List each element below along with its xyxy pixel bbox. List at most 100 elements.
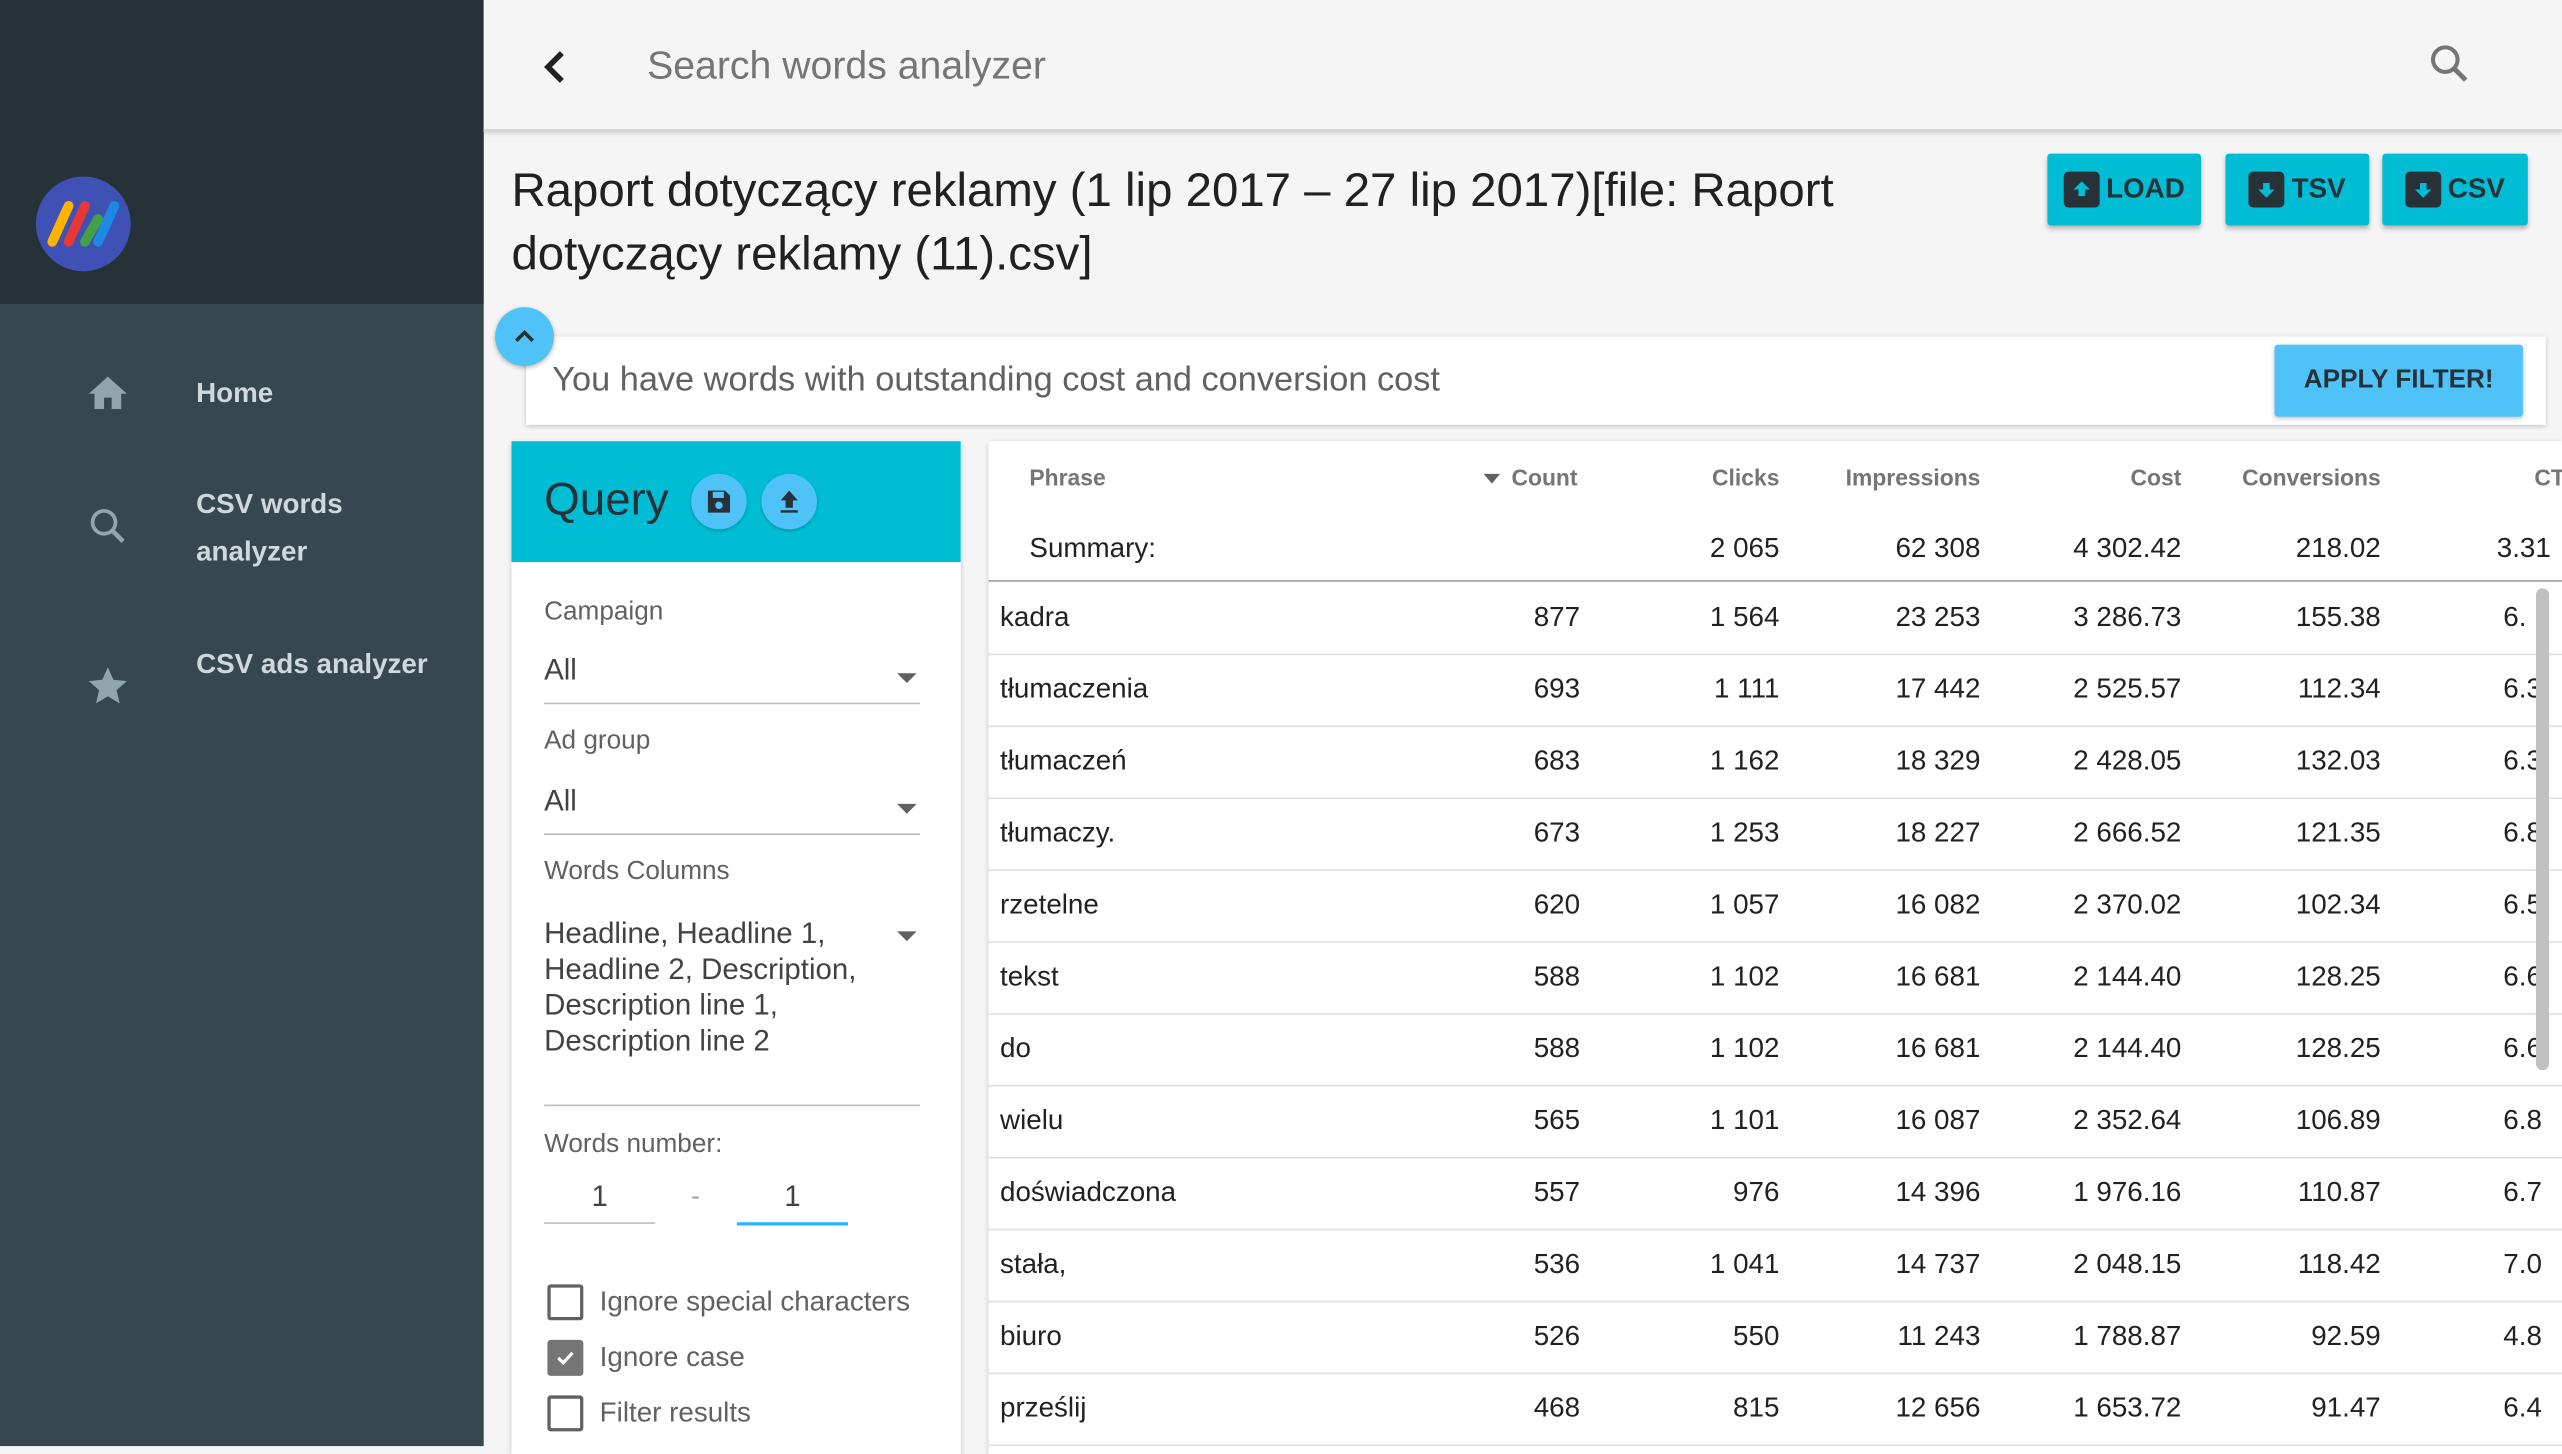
sidebar: Home CSV words analyzer CSV ads analyzer: [0, 0, 484, 1447]
words-min-field[interactable]: 1: [544, 1173, 656, 1224]
dropdown-arrow-icon: [897, 931, 917, 942]
column-header-conversions[interactable]: Conversions: [2242, 464, 2381, 490]
cell-clicks: 1 102: [1709, 960, 1780, 992]
cell-cost: 2 370.02: [2073, 888, 2182, 920]
cell-count: 620: [1533, 888, 1581, 920]
column-header-clicks[interactable]: Clicks: [1712, 464, 1779, 490]
check-icon: [557, 1351, 574, 1366]
cell-conversions: 118.42: [2297, 1248, 2381, 1280]
cell-cost: 2 525.57: [2073, 673, 2182, 705]
cell-phrase: doświadczona: [1000, 1176, 1177, 1208]
cell-count: 693: [1533, 673, 1581, 705]
load-button[interactable]: LOAD: [2047, 153, 2201, 226]
cell-count: 588: [1533, 960, 1581, 992]
adgroup-select[interactable]: All: [544, 784, 920, 835]
checkbox-box[interactable]: [547, 1339, 584, 1376]
row-divider: [988, 1084, 2562, 1087]
cell-cost: 1 976.16: [2073, 1176, 2182, 1208]
apply-filter-button[interactable]: APPLY FILTER!: [2274, 344, 2523, 417]
cell-impressions: 16 082: [1895, 888, 1981, 920]
sidebar-item-label: CSV ads analyzer: [196, 648, 428, 680]
dropdown-arrow-icon: [897, 803, 917, 814]
cell-conversions: 92.59: [2311, 1320, 2381, 1352]
cell-count: 683: [1533, 745, 1581, 777]
cell-cost: 3 286.73: [2073, 601, 2182, 633]
ignore-case-checkbox[interactable]: Ignore case: [547, 1337, 745, 1379]
cell-ct: 6.: [2503, 601, 2527, 633]
column-header-impressions[interactable]: Impressions: [1846, 464, 1981, 490]
filter-results-checkbox[interactable]: Filter results: [547, 1392, 751, 1434]
cell-clicks: 815: [1733, 1392, 1780, 1424]
cell-count: 526: [1533, 1320, 1581, 1352]
cell-phrase: tłumaczeń: [1000, 745, 1127, 777]
cell-ct: 6.4: [2503, 1392, 2542, 1424]
cell-impressions: 18 227: [1895, 817, 1981, 849]
query-title: Query: [544, 473, 669, 525]
row-divider: [988, 1228, 2562, 1231]
column-header-ct[interactable]: CT: [2534, 464, 2562, 490]
cell-ct: 6.8: [2503, 1104, 2542, 1136]
cell-cost: 2 428.05: [2073, 745, 2182, 777]
cell-phrase: tekst: [1000, 960, 1059, 992]
upload-query-button[interactable]: [761, 473, 817, 530]
cell-impressions: 17 442: [1895, 673, 1981, 705]
cell-impressions: 12 656: [1895, 1392, 1981, 1424]
cell-clicks: 1 102: [1709, 1032, 1780, 1064]
cell-phrase: tłumaczy.: [1000, 817, 1116, 849]
sidebar-item-home[interactable]: Home: [0, 369, 484, 418]
cell-count: 877: [1533, 601, 1581, 633]
cell-impressions: 18 329: [1895, 745, 1981, 777]
sidebar-item-csv-words[interactable]: CSV words analyzer: [0, 480, 484, 578]
app-logo[interactable]: [35, 176, 131, 272]
ignore-special-characters-checkbox[interactable]: Ignore special characters: [547, 1281, 910, 1323]
column-header-count[interactable]: Count: [1482, 464, 1578, 490]
search-icon: [85, 503, 131, 549]
cell-cost: 2 144.40: [2073, 960, 2182, 992]
csv-button[interactable]: CSV: [2382, 153, 2528, 226]
scrollbar[interactable]: [2535, 588, 2550, 1071]
cell-phrase: biuro: [1000, 1320, 1062, 1352]
cell-clicks: 550: [1733, 1320, 1780, 1352]
tsv-button[interactable]: TSV: [2225, 153, 2370, 226]
search-input[interactable]: [643, 35, 1958, 99]
cell-conversions: 128.25: [2295, 1032, 2381, 1064]
chevron-up-icon: [515, 330, 534, 342]
cell-conversions: 132.03: [2295, 745, 2381, 777]
checkbox-box[interactable]: [547, 1284, 584, 1321]
cell-impressions: 14 396: [1895, 1176, 1981, 1208]
row-divider: [988, 1300, 2562, 1303]
column-header-phrase[interactable]: Phrase: [1029, 464, 1105, 490]
cell-clicks: 1 162: [1709, 745, 1780, 777]
cell-impressions: 16 681: [1895, 960, 1981, 992]
cell-impressions: 14 737: [1895, 1248, 1981, 1280]
words-max-field[interactable]: 1: [736, 1173, 849, 1226]
cell-clicks: 1 101: [1709, 1104, 1780, 1136]
cell-count: 536: [1533, 1248, 1581, 1280]
words-columns-select[interactable]: Headline, Headline 1, Headline 2, Descri…: [544, 915, 920, 1107]
row-divider: [988, 1156, 2562, 1159]
sidebar-item-csv-ads[interactable]: CSV ads analyzer: [0, 641, 484, 739]
query-header: Query: [511, 441, 961, 563]
cell-conversions: 106.89: [2295, 1104, 2381, 1136]
save-query-button[interactable]: [691, 473, 747, 530]
cell-conversions: 112.34: [2297, 673, 2381, 705]
search-button[interactable]: [2425, 39, 2474, 88]
star-icon: [85, 663, 131, 709]
upload-icon: [2063, 171, 2100, 208]
checkbox-box[interactable]: [547, 1395, 584, 1432]
campaign-select[interactable]: All: [544, 654, 920, 705]
row-divider: [988, 653, 2562, 656]
back-button[interactable]: [529, 39, 585, 95]
top-bar: [483, 0, 2562, 133]
cell-cost: 2 144.40: [2073, 1032, 2182, 1064]
cell-count: 673: [1533, 817, 1581, 849]
cell-impressions: 11 243: [1897, 1320, 1981, 1352]
collapse-button[interactable]: [495, 307, 554, 367]
column-header-cost[interactable]: Cost: [2131, 464, 2182, 490]
cell-ct: 6.7: [2503, 1176, 2542, 1208]
cell-cost: 1 653.72: [2073, 1392, 2182, 1424]
cell-count: 468: [1533, 1392, 1581, 1424]
cell-impressions: 16 087: [1895, 1104, 1981, 1136]
cell-impressions: 16 681: [1895, 1032, 1981, 1064]
search-icon: [2430, 45, 2468, 82]
